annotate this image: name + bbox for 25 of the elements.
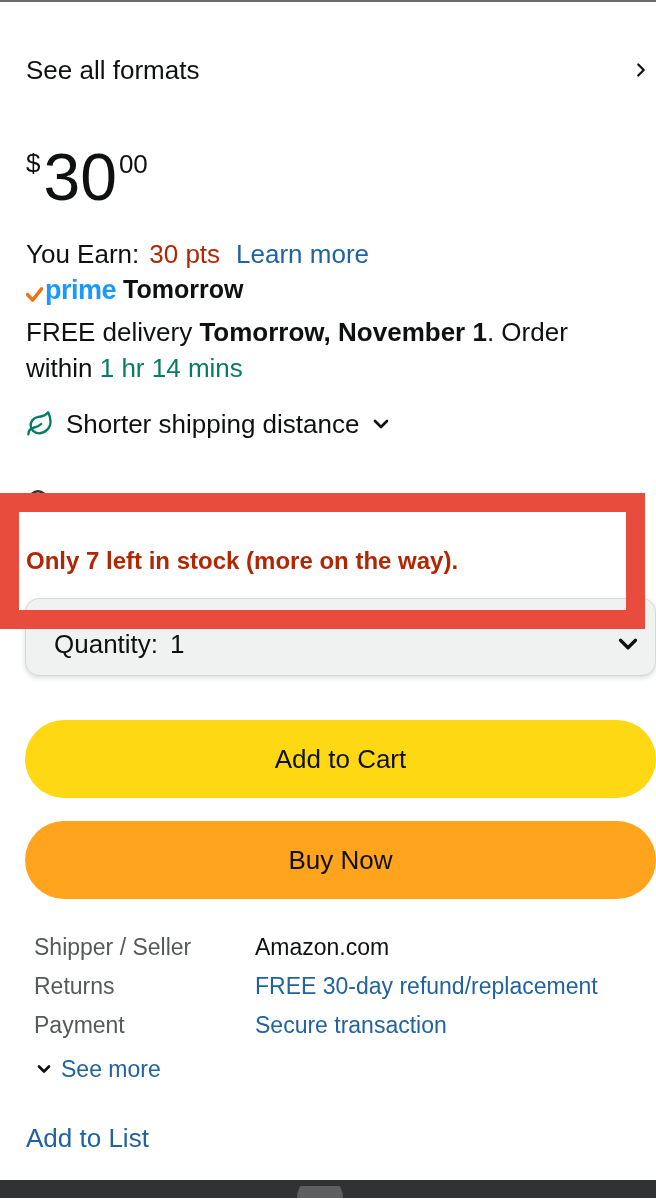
home-button[interactable]: [297, 1186, 343, 1198]
detail-label: Payment: [34, 1011, 125, 1040]
price-fraction: 00: [118, 151, 148, 177]
currency-symbol: $: [26, 150, 41, 176]
add-to-cart-button[interactable]: Add to Cart: [25, 720, 656, 798]
add-to-list-link[interactable]: Add to List: [26, 1118, 149, 1158]
prime-delivery-day: Tomorrow: [123, 271, 244, 309]
price-whole: 30: [43, 144, 117, 210]
delivery-message: FREE delivery Tomorrow, November 1. Order within 1 hr 14 mins: [25, 316, 569, 385]
check-icon: [26, 286, 43, 302]
prime-wordmark: prime: [45, 276, 117, 304]
buy-now-button[interactable]: Buy Now: [25, 821, 656, 899]
see-all-formats-link[interactable]: See all formats: [0, 46, 656, 94]
see-more-toggle[interactable]: See more: [0, 1051, 161, 1087]
stock-message: Only 7 left in stock (more on the way).: [26, 546, 459, 576]
detail-link[interactable]: Secure transaction: [255, 1006, 447, 1045]
detail-label: Shipper / Seller: [34, 933, 192, 962]
detail-value: Amazon.com: [255, 933, 390, 962]
shipping-distance-toggle[interactable]: Shorter shipping distance: [0, 406, 394, 442]
detail-label: Returns: [34, 972, 115, 1001]
learn-more-link[interactable]: Learn more: [236, 234, 370, 274]
points-label: You Earn:: [26, 237, 140, 271]
leaf-icon: [26, 410, 54, 438]
detail-link[interactable]: FREE 30-day refund/replacement: [255, 967, 598, 1006]
points-value: 30 pts: [149, 237, 221, 271]
